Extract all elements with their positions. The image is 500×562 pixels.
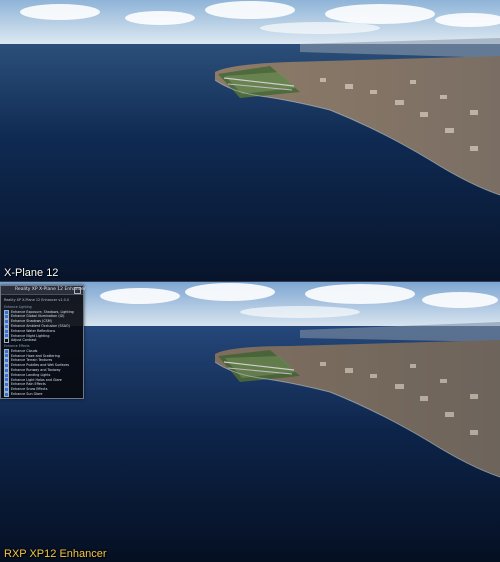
comparison-panel-xplane: X-Plane 12	[0, 0, 500, 281]
panel-caption: RXP XP12 Enhancer	[4, 548, 107, 560]
option-label: Adjust Contrast	[11, 338, 37, 343]
plugin-body: Reality XP X-Plane 12 Enhancer v1.0.0 En…	[1, 295, 83, 400]
option-label: Enhance Sun Glare	[11, 391, 43, 396]
option-row[interactable]: Adjust Contrast	[4, 338, 80, 344]
plugin-version: Reality XP X-Plane 12 Enhancer v1.0.0	[4, 298, 69, 302]
plugin-settings-window[interactable]: Reality XP X-Plane 12 Enhancer Reality X…	[0, 285, 86, 400]
option-row[interactable]: Enhance Sun Glare	[4, 391, 80, 397]
sim-scene-default	[0, 0, 500, 281]
checkbox[interactable]	[4, 391, 9, 397]
comparison-panel-enhancer: Reality XP X-Plane 12 Enhancer Reality X…	[0, 282, 500, 562]
panel-caption: X-Plane 12	[4, 267, 59, 279]
plugin-titlebar[interactable]: Reality XP X-Plane 12 Enhancer	[1, 286, 86, 295]
close-icon[interactable]	[74, 287, 81, 294]
checkbox[interactable]	[4, 338, 9, 344]
